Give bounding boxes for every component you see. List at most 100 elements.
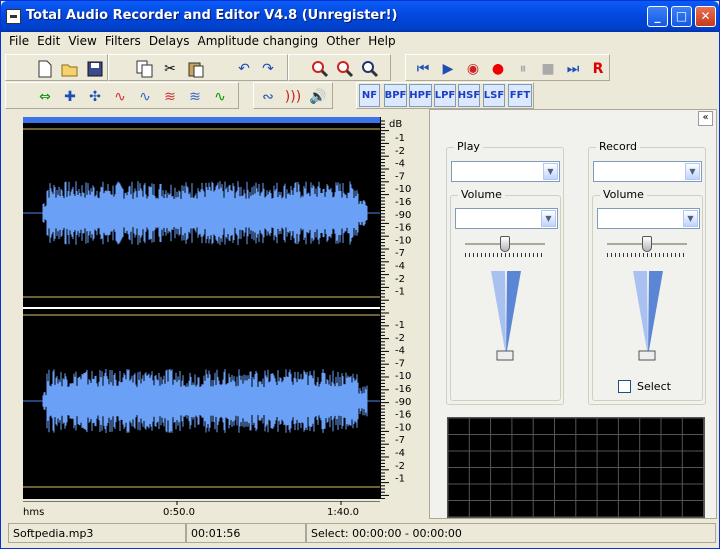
wave-red-icon[interactable]: ∿ <box>109 86 131 108</box>
stop-icon[interactable]: ■ <box>537 58 559 80</box>
toolbar-file <box>5 54 108 81</box>
zoom-in-icon[interactable] <box>309 58 331 80</box>
filter-bpf-button[interactable]: BPF <box>384 84 407 107</box>
toolbar-zoom <box>288 54 391 81</box>
reverb-icon[interactable]: ))) <box>282 86 304 108</box>
collapse-panel-button[interactable]: « <box>698 111 713 126</box>
record-volume-select[interactable]: ▼ <box>597 208 700 229</box>
ruler-label: -16 <box>395 197 411 208</box>
echo-icon[interactable]: ∾ <box>257 86 279 108</box>
menu-edit[interactable]: Edit <box>33 32 64 50</box>
waveform-canvas <box>23 117 380 488</box>
ruler-label: -10 <box>395 422 411 433</box>
record-icon[interactable]: ● <box>487 58 509 80</box>
db-ruler: dB -1 -2 -4 -7 -10 -16 -90 -16 -10 -7 -4 -2 -1 -1 -2 -4-… <box>380 117 420 500</box>
status-bar: Softpedia.mp3 00:01:56 Select: 00:00:00 … <box>5 522 717 544</box>
zoom-out-icon[interactable] <box>334 58 356 80</box>
filter-nf-button[interactable]: NF <box>359 84 380 107</box>
time-tick-1: 0:50.0 <box>163 507 195 518</box>
ruler-label: -10 <box>395 371 411 382</box>
play-balance-slider[interactable] <box>465 236 545 258</box>
zoom-fit-icon[interactable] <box>359 58 381 80</box>
ruler-label: -2 <box>395 274 405 285</box>
wave-fade-icon[interactable]: ≋ <box>159 86 181 108</box>
play-volume-select[interactable]: ▼ <box>455 208 558 229</box>
ruler-label: -7 <box>395 248 405 259</box>
filter-lpf-button[interactable]: LPF <box>434 84 456 107</box>
paste-icon[interactable] <box>185 58 207 80</box>
close-button[interactable]: ✕ <box>695 6 716 27</box>
copy-icon[interactable] <box>134 58 156 80</box>
go-end-icon[interactable]: ⏭ <box>562 58 584 80</box>
menu-help[interactable]: Help <box>364 32 399 50</box>
menu-view[interactable]: View <box>64 32 100 50</box>
time-tick-2: 1:40.0 <box>327 507 359 518</box>
play-icon[interactable]: ▶ <box>437 58 459 80</box>
mixer-panel: « Play ▼ Volume ▼ Record ▼ Volume ▼ Sele… <box>429 109 717 519</box>
menu-amplitude-changing[interactable]: Amplitude changing <box>193 32 322 50</box>
menu-file[interactable]: File <box>5 32 33 50</box>
record-volume-group: Volume ▼ Select <box>592 188 703 401</box>
spectrum-analyzer <box>447 417 705 518</box>
maximize-button[interactable]: □ <box>671 6 692 27</box>
filter-hpf-button[interactable]: HPF <box>409 84 432 107</box>
title-bar[interactable]: Total Audio Recorder and Editor V4.8 (Un… <box>1 1 719 32</box>
open-folder-icon[interactable] <box>59 58 81 80</box>
volume-icon[interactable]: 🔊 <box>307 86 329 108</box>
ruler-label: -16 <box>395 384 411 395</box>
ruler-label: -7 <box>395 358 405 369</box>
record-mode-icon[interactable]: R <box>587 58 609 80</box>
app-icon[interactable] <box>6 9 21 24</box>
time-unit-label: hms <box>23 507 44 518</box>
wave-amplify-icon[interactable]: ≋ <box>184 86 206 108</box>
record-balance-slider[interactable] <box>607 236 687 258</box>
ruler-label: -90 <box>395 397 411 408</box>
expand-icon[interactable]: ✣ <box>84 86 106 108</box>
ruler-label: -1 <box>395 287 405 298</box>
go-start-icon[interactable]: ⏮ <box>412 58 434 80</box>
ruler-label: -4 <box>395 448 405 459</box>
minimize-button[interactable]: _ <box>647 6 668 27</box>
waveform-view[interactable] <box>23 117 380 499</box>
ruler-label: -2 <box>395 146 405 157</box>
record-select-label: Select <box>637 380 671 393</box>
ruler-label: -2 <box>395 461 405 472</box>
new-file-icon[interactable] <box>34 58 56 80</box>
waveform-panel: dB -1 -2 -4 -7 -10 -16 -90 -16 -10 -7 -4 -2 -1 -1 -2 -4-… <box>5 109 427 519</box>
record-select-checkbox[interactable] <box>618 380 631 393</box>
pause-icon[interactable]: ⏸ <box>512 58 534 80</box>
filter-hsf-button[interactable]: HSF <box>458 84 480 107</box>
ruler-unit: dB <box>389 119 402 130</box>
cursor-icon[interactable]: ✚ <box>59 86 81 108</box>
menu-filters[interactable]: Filters <box>101 32 145 50</box>
menu-delays[interactable]: Delays <box>145 32 194 50</box>
window-title: Total Audio Recorder and Editor V4.8 (Un… <box>26 8 398 23</box>
filter-lsf-button[interactable]: LSF <box>483 84 505 107</box>
toolbar-select: ⇔ ✚ ✣ ∿ ∿ ≋ ≋ ∿ <box>5 82 239 109</box>
record-device-select[interactable]: ▼ <box>593 161 702 182</box>
wave-blue-icon[interactable]: ∿ <box>134 86 156 108</box>
menu-other[interactable]: Other <box>322 32 364 50</box>
undo-icon[interactable]: ↶ <box>233 58 255 80</box>
filter-fft-button[interactable]: FFT <box>508 84 532 107</box>
status-selection: Select: 00:00:00 - 00:00:00 <box>306 523 716 543</box>
ruler-label: -7 <box>395 435 405 446</box>
toolbar-transport: ⏮ ▶ ◉ ● ⏸ ■ ⏭ R <box>405 54 610 81</box>
save-icon[interactable] <box>84 58 106 80</box>
menu-bar: File Edit View Filters Delays Amplitude chang… <box>5 32 717 52</box>
wave-green-icon[interactable]: ∿ <box>209 86 231 108</box>
ruler-label: -90 <box>395 210 411 221</box>
select-all-icon[interactable]: ⇔ <box>34 86 56 108</box>
redo-icon[interactable]: ↷ <box>257 58 279 80</box>
status-file: Softpedia.mp3 <box>8 523 186 543</box>
play-device-select[interactable]: ▼ <box>451 161 560 182</box>
play-volume-slider[interactable] <box>491 271 521 361</box>
ruler-label: -7 <box>395 171 405 182</box>
play-loop-icon[interactable]: ◉ <box>462 58 484 80</box>
record-volume-slider[interactable] <box>633 271 663 361</box>
status-duration: 00:01:56 <box>186 523 306 543</box>
ruler-label: -10 <box>395 235 411 246</box>
toolbar-edit: ✂ ↶ ↷ <box>108 54 288 81</box>
cut-icon[interactable]: ✂ <box>159 58 181 80</box>
waveform-channel-2 <box>42 369 368 433</box>
